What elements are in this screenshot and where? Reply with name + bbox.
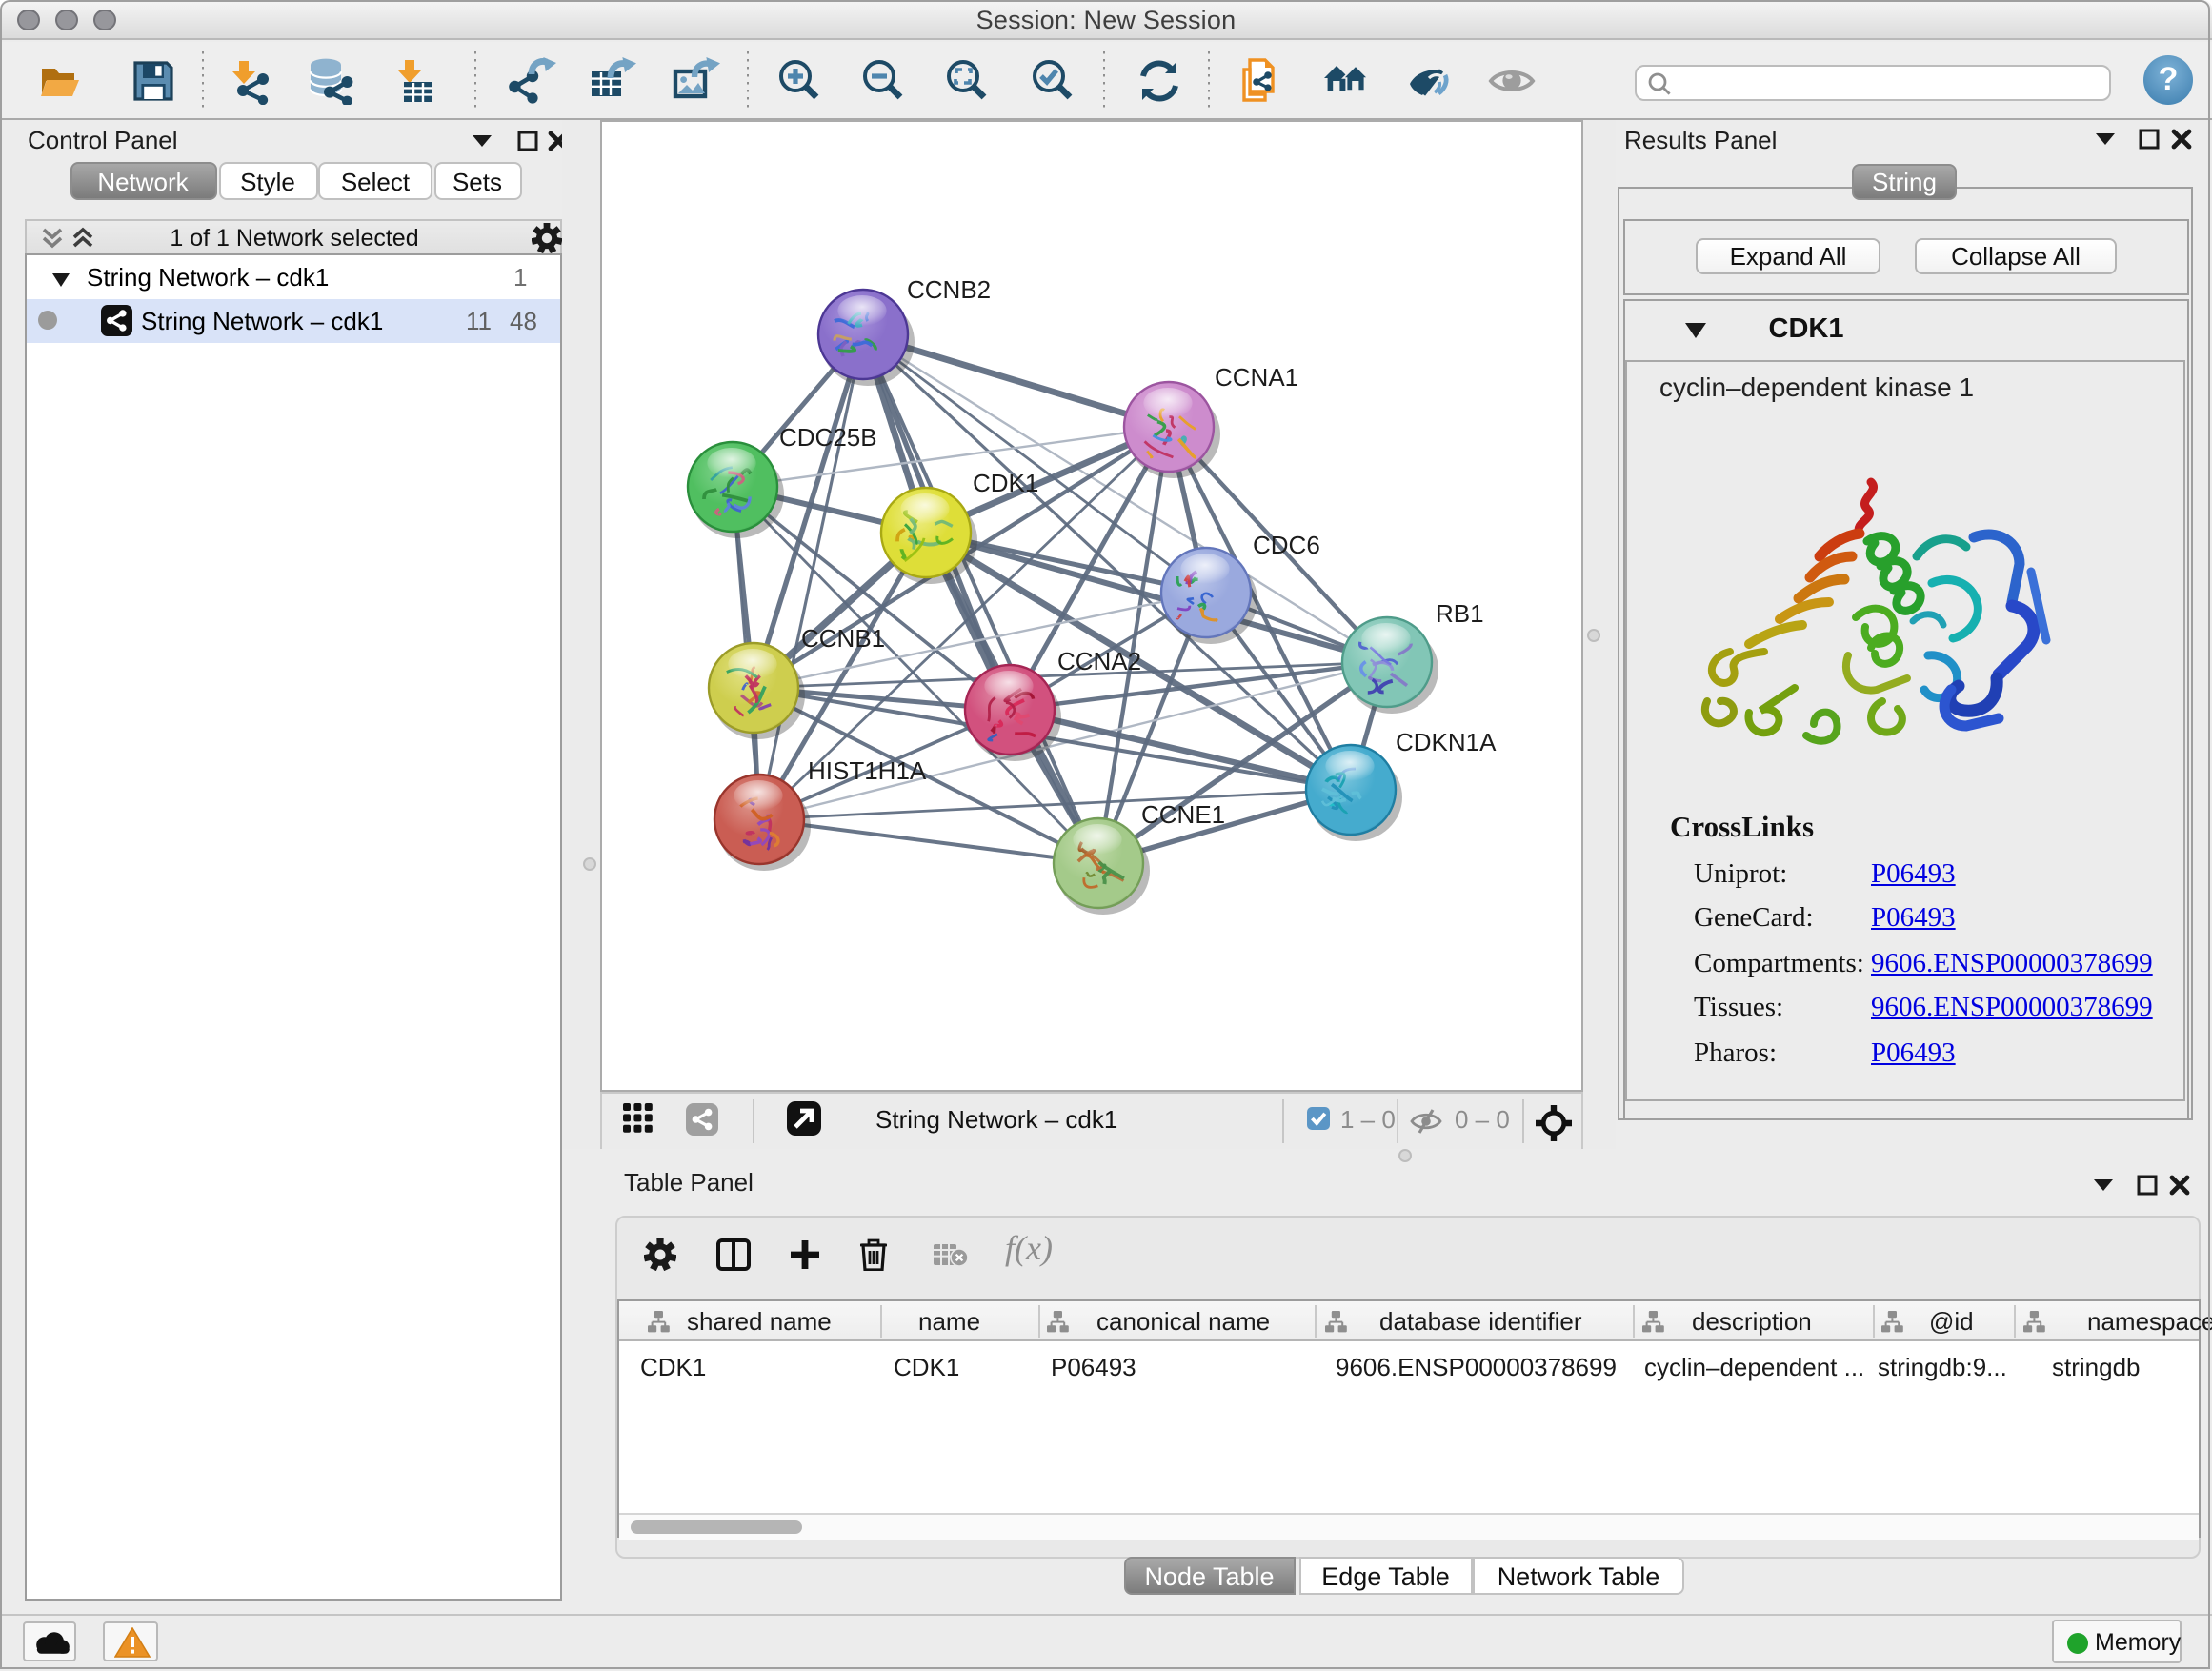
svg-text:CCNE1: CCNE1 (1140, 800, 1224, 829)
svg-text:CDKN1A: CDKN1A (1395, 728, 1496, 756)
svg-text:HIST1H1A: HIST1H1A (807, 756, 926, 785)
svg-text:CCNA2: CCNA2 (1056, 647, 1140, 675)
svg-text:CDC6: CDC6 (1252, 531, 1319, 559)
svg-text:CCNA1: CCNA1 (1214, 363, 1297, 392)
svg-text:CDC25B: CDC25B (778, 423, 876, 452)
svg-text:CDK1: CDK1 (972, 469, 1037, 497)
svg-text:RB1: RB1 (1435, 599, 1483, 628)
svg-text:CCNB1: CCNB1 (800, 624, 884, 653)
svg-text:CCNB2: CCNB2 (906, 275, 990, 304)
